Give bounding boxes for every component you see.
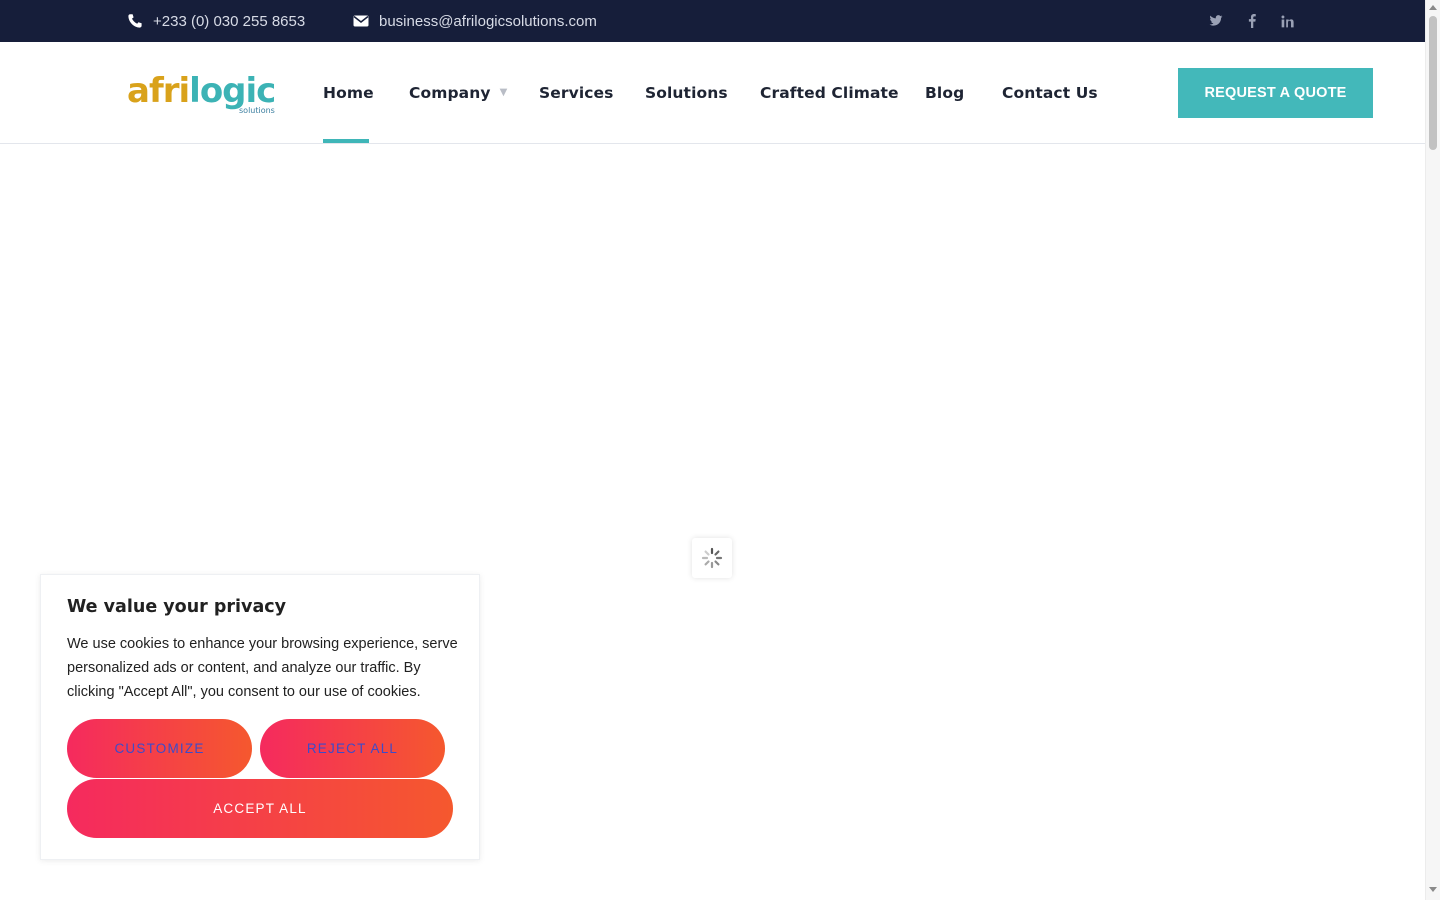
email-contact[interactable]: business@afrilogicsolutions.com (353, 0, 597, 42)
customize-button[interactable]: CUSTOMIZE (67, 719, 252, 778)
caret-down-icon: ▼ (499, 87, 508, 98)
page-scrollbar[interactable] (1425, 0, 1440, 900)
scroll-thumb[interactable] (1429, 16, 1437, 150)
cookie-description: We use cookies to enhance your browsing … (67, 636, 458, 700)
nav-blog-label[interactable]: Blog (925, 84, 964, 102)
svg-text:solutions: solutions (239, 106, 275, 115)
nav-solutions-label[interactable]: Solutions (645, 84, 728, 102)
nav-blog[interactable]: Blog (925, 42, 964, 143)
request-quote-button[interactable]: REQUEST A QUOTE (1178, 68, 1373, 118)
nav-solutions[interactable]: Solutions (645, 42, 728, 143)
phone-contact[interactable]: +233 (0) 030 255 8653 (127, 0, 305, 42)
afrilogic-logo[interactable]: afrilogic solutions (127, 70, 277, 116)
nav-crafted-climate[interactable]: Crafted Climate (760, 42, 899, 143)
nav-crafted-climate-label[interactable]: Crafted Climate (760, 84, 899, 102)
nav-contact[interactable]: Contact Us (1002, 42, 1098, 143)
phone-icon (127, 13, 143, 29)
nav-home[interactable]: Home (323, 42, 374, 143)
main-header: afrilogic solutions Home Company ▼ Servi… (0, 42, 1425, 144)
spinner-icon (701, 547, 723, 569)
scroll-up-icon[interactable] (1429, 5, 1437, 10)
twitter-icon[interactable] (1209, 0, 1223, 42)
active-nav-indicator (323, 139, 369, 143)
phone-number[interactable]: +233 (0) 030 255 8653 (153, 13, 305, 30)
nav-company[interactable]: Company ▼ (409, 42, 507, 143)
nav-contact-label[interactable]: Contact Us (1002, 84, 1098, 102)
accept-all-button[interactable]: ACCEPT ALL (67, 779, 453, 838)
top-contact-bar: +233 (0) 030 255 8653 business@afrilogic… (0, 0, 1425, 42)
cookie-consent-banner: We value your privacy We use cookies to … (40, 574, 480, 860)
facebook-icon[interactable] (1246, 0, 1258, 42)
loading-spinner (692, 538, 732, 578)
reject-all-button[interactable]: REJECT ALL (260, 719, 445, 778)
envelope-icon (353, 14, 369, 28)
nav-services-label[interactable]: Services (539, 84, 613, 102)
linkedin-icon[interactable] (1281, 0, 1294, 42)
nav-company-label[interactable]: Company (409, 84, 491, 102)
nav-home-label[interactable]: Home (323, 84, 374, 102)
email-address[interactable]: business@afrilogicsolutions.com (379, 13, 597, 30)
nav-services[interactable]: Services (539, 42, 613, 143)
scroll-down-icon[interactable] (1429, 887, 1437, 892)
svg-text:afrilogic: afrilogic (127, 71, 275, 111)
cookie-title: We value your privacy (67, 597, 287, 617)
